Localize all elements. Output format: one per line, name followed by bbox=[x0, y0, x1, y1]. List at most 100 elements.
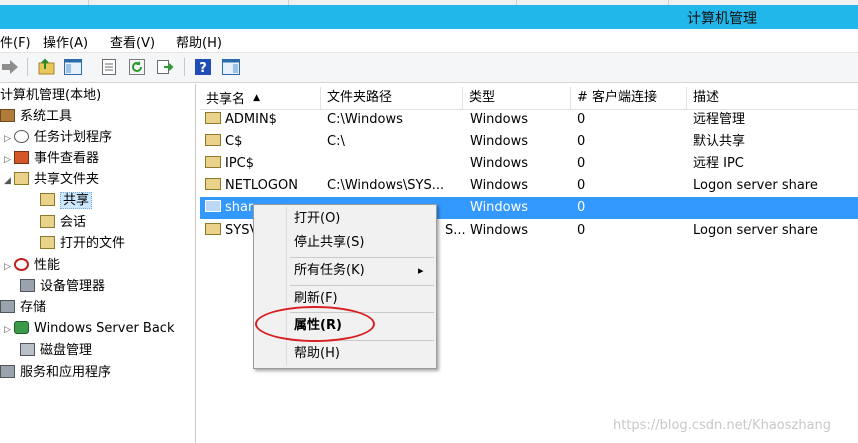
column-header-label: 文件夹路径 bbox=[327, 90, 393, 105]
tree-device-manager[interactable]: 设备管理器 bbox=[20, 277, 105, 297]
tree-task-scheduler[interactable]: ▷ 任务计划程序 bbox=[4, 128, 112, 148]
menu-bar: 件(F) 操作(A) 查看(V) 帮助(H) bbox=[0, 29, 858, 51]
refresh-icon[interactable] bbox=[127, 57, 147, 77]
tree-root-label: 计算机管理(本地) bbox=[0, 88, 102, 103]
title-bar[interactable]: 计算机管理 bbox=[0, 5, 858, 29]
share-type: Windows bbox=[470, 223, 529, 238]
tree-services-apps[interactable]: 服务和应用程序 bbox=[0, 363, 111, 383]
column-header-type[interactable]: 类型 bbox=[463, 87, 571, 109]
tree-label: 服务和应用程序 bbox=[20, 365, 112, 380]
show-action-pane-icon[interactable] bbox=[221, 57, 241, 77]
properties-icon[interactable] bbox=[99, 57, 119, 77]
tree-shares[interactable]: 共享 bbox=[40, 191, 93, 211]
tree-root[interactable]: 计算机管理(本地) bbox=[0, 86, 101, 106]
client-count: 0 bbox=[577, 223, 586, 238]
share-icon bbox=[205, 223, 221, 235]
client-count: 0 bbox=[577, 178, 586, 193]
share-type: Windows bbox=[470, 178, 529, 193]
help-icon[interactable]: ? bbox=[193, 57, 213, 77]
share-name: NETLOGON bbox=[225, 178, 298, 193]
tree-sessions[interactable]: 会话 bbox=[40, 213, 86, 233]
window-title: 计算机管理 bbox=[687, 11, 757, 27]
table-row[interactable]: NETLOGON C:\Windows\SYS... Windows 0 Log… bbox=[200, 175, 858, 197]
folder-path: S... bbox=[445, 223, 466, 238]
annotation-ellipse bbox=[255, 306, 375, 342]
menu-item-open[interactable]: 打开(O) bbox=[294, 208, 340, 230]
storage-icon bbox=[0, 300, 15, 313]
client-count: 0 bbox=[577, 156, 586, 171]
expand-arrow-icon[interactable]: ▷ bbox=[4, 150, 14, 170]
tree-shared-folders[interactable]: ◢ 共享文件夹 bbox=[4, 170, 99, 190]
up-folder-icon[interactable] bbox=[37, 57, 57, 77]
tree-label: 任务计划程序 bbox=[34, 130, 113, 145]
column-header-label: 描述 bbox=[693, 90, 720, 105]
share-name: shar bbox=[225, 200, 254, 215]
tree-open-files[interactable]: 打开的文件 bbox=[40, 234, 125, 254]
toolbar: ? bbox=[0, 52, 858, 83]
tree-disk-management[interactable]: 磁盘管理 bbox=[20, 341, 92, 361]
session-icon bbox=[40, 215, 55, 228]
sort-ascending-icon: ▲ bbox=[253, 93, 261, 103]
share-description: 远程管理 bbox=[693, 112, 746, 127]
menu-view[interactable]: 查看(V) bbox=[110, 32, 155, 51]
column-header-label: # 客户端连接 bbox=[577, 90, 658, 105]
export-icon[interactable] bbox=[155, 57, 175, 77]
column-header-share-name[interactable]: 共享名 ▲ bbox=[200, 87, 321, 109]
expand-arrow-icon[interactable]: ▷ bbox=[4, 320, 14, 340]
tree-storage[interactable]: 存储 bbox=[0, 298, 46, 318]
table-row[interactable]: ADMIN$ C:\Windows Windows 0 远程管理 bbox=[200, 109, 858, 131]
folder-path: C:\Windows bbox=[327, 112, 403, 127]
tree-label: 共享 bbox=[60, 192, 93, 209]
client-count: 0 bbox=[577, 112, 586, 127]
column-header-folder-path[interactable]: 文件夹路径 bbox=[321, 87, 463, 109]
performance-icon bbox=[14, 258, 29, 271]
tree-event-viewer[interactable]: ▷ 事件查看器 bbox=[4, 149, 99, 169]
svg-text:?: ? bbox=[199, 61, 207, 76]
tree-label: 会话 bbox=[60, 215, 87, 230]
column-header-label: 共享名 bbox=[206, 92, 246, 107]
tree-label: Windows Server Back bbox=[34, 321, 175, 336]
menu-help[interactable]: 帮助(H) bbox=[176, 32, 222, 51]
watermark: https://blog.csdn.net/Khaoszhang bbox=[613, 418, 832, 433]
tree-label: 打开的文件 bbox=[60, 236, 126, 251]
menu-item-label: 所有任务(K) bbox=[294, 263, 365, 278]
tree-label: 性能 bbox=[34, 258, 61, 273]
clock-icon bbox=[14, 130, 29, 143]
client-count: 0 bbox=[577, 200, 586, 215]
tree-system-tools[interactable]: 系统工具 bbox=[0, 107, 72, 127]
menu-item-all-tasks[interactable]: 所有任务(K) ▸ bbox=[294, 260, 429, 282]
share-type: Windows bbox=[470, 134, 529, 149]
submenu-arrow-icon: ▸ bbox=[418, 264, 424, 277]
tree-label: 事件查看器 bbox=[34, 151, 100, 166]
shared-folder-icon bbox=[14, 172, 29, 185]
toolbar-separator bbox=[184, 58, 185, 76]
table-row[interactable]: C$ C:\ Windows 0 默认共享 bbox=[200, 131, 858, 153]
expand-arrow-icon[interactable]: ▷ bbox=[4, 257, 14, 277]
share-icon bbox=[40, 193, 55, 206]
menu-item-stop-sharing[interactable]: 停止共享(S) bbox=[294, 232, 364, 254]
tree-label: 磁盘管理 bbox=[40, 343, 93, 358]
column-header-description[interactable]: 描述 bbox=[687, 87, 858, 109]
backup-icon bbox=[14, 321, 29, 334]
menu-item-help[interactable]: 帮助(H) bbox=[294, 343, 340, 365]
show-hide-tree-icon[interactable] bbox=[63, 57, 83, 77]
table-row[interactable]: IPC$ Windows 0 远程 IPC bbox=[200, 153, 858, 175]
collapse-arrow-icon[interactable]: ◢ bbox=[4, 171, 14, 191]
share-description: 默认共享 bbox=[693, 134, 746, 149]
share-name: IPC$ bbox=[225, 156, 255, 171]
device-manager-icon bbox=[20, 279, 35, 292]
share-name: ADMIN$ bbox=[225, 112, 277, 127]
tree-performance[interactable]: ▷ 性能 bbox=[4, 256, 60, 276]
share-icon bbox=[205, 134, 221, 146]
share-name: C$ bbox=[225, 134, 243, 149]
expand-arrow-icon[interactable]: ▷ bbox=[4, 129, 14, 149]
tree-windows-server-backup[interactable]: ▷ Windows Server Back bbox=[4, 319, 175, 339]
share-icon bbox=[205, 156, 221, 168]
tree-label: 共享文件夹 bbox=[34, 172, 100, 187]
column-header-client-connections[interactable]: # 客户端连接 bbox=[571, 87, 687, 109]
folder-path: C:\ bbox=[327, 134, 345, 149]
menu-file[interactable]: 件(F) bbox=[0, 32, 31, 51]
menu-action[interactable]: 操作(A) bbox=[43, 32, 88, 51]
tree-label: 系统工具 bbox=[20, 109, 73, 124]
forward-icon[interactable] bbox=[0, 57, 20, 77]
